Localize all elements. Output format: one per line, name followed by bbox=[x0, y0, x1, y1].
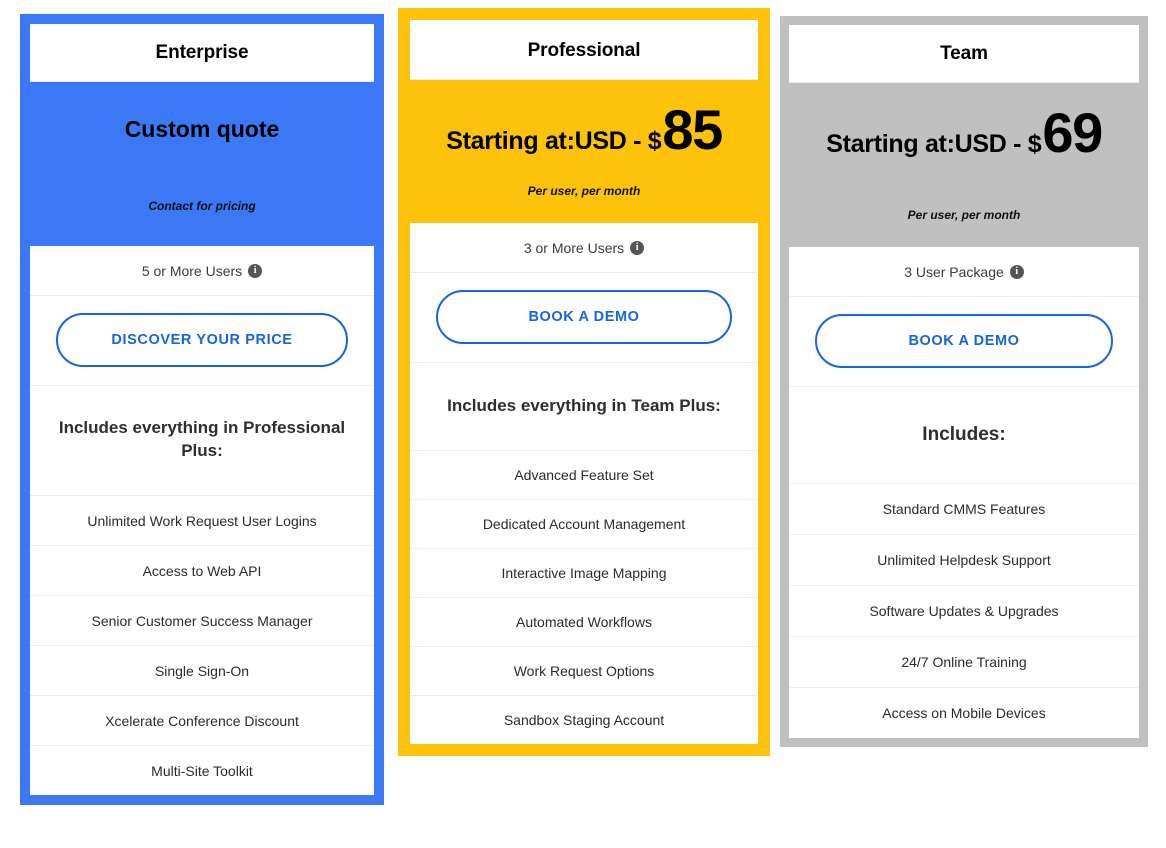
feature-row: Interactive Image Mapping bbox=[410, 549, 758, 598]
book-a-demo-button[interactable]: BOOK A DEMO bbox=[436, 290, 732, 344]
price-note-team: Per user, per month bbox=[907, 208, 1021, 222]
feature-row: Unlimited Helpdesk Support bbox=[789, 535, 1139, 586]
discover-your-price-button[interactable]: DISCOVER YOUR PRICE bbox=[56, 313, 348, 367]
feature-row: Multi-Site Toolkit bbox=[151, 762, 253, 779]
users-row-professional: 3 or More Users i bbox=[410, 223, 758, 273]
info-icon[interactable]: i bbox=[248, 264, 263, 278]
info-icon[interactable]: i bbox=[630, 241, 645, 255]
feature-row: Automated Workflows bbox=[410, 598, 758, 647]
feature-row: Access on Mobile Devices bbox=[882, 704, 1046, 721]
includes-heading-team: Includes: bbox=[789, 387, 1139, 484]
feature-row: Sandbox Staging Account bbox=[503, 711, 665, 728]
plan-card-professional[interactable]: Professional Starting at:USD - $ 85 Per … bbox=[398, 8, 770, 756]
price-note-professional: Per user, per month bbox=[527, 184, 641, 198]
book-a-demo-button[interactable]: BOOK A DEMO bbox=[815, 314, 1113, 368]
price-main-team: Starting at:USD - $ 69 bbox=[826, 101, 1103, 164]
plan-title-professional: Professional bbox=[410, 20, 758, 80]
feature-row: Access to Web API bbox=[30, 546, 374, 596]
price-band-team: Starting at:USD - $ 69 Per user, per mon… bbox=[789, 83, 1139, 247]
cta-wrap-enterprise: DISCOVER YOUR PRICE bbox=[30, 296, 374, 386]
feature-list-professional: Advanced Feature Set Dedicated Account M… bbox=[410, 450, 758, 744]
cta-wrap-professional: BOOK A DEMO bbox=[410, 273, 758, 363]
pricing-plans-board: Enterprise Custom quote Contact for pric… bbox=[0, 0, 1166, 848]
price-amount-team: 69 bbox=[1042, 101, 1103, 164]
feature-row: 24/7 Online Training bbox=[789, 637, 1139, 688]
users-label-professional: 3 or More Users bbox=[523, 240, 625, 256]
feature-row: Software Updates & Upgrades bbox=[789, 586, 1139, 637]
feature-list-enterprise: Unlimited Work Request User Logins Acces… bbox=[30, 495, 374, 795]
plan-card-enterprise[interactable]: Enterprise Custom quote Contact for pric… bbox=[20, 14, 384, 805]
includes-heading-professional: Includes everything in Team Plus: bbox=[410, 363, 758, 451]
feature-list-team: Standard CMMS Features Unlimited Helpdes… bbox=[789, 483, 1139, 738]
feature-row: Advanced Feature Set bbox=[410, 451, 758, 500]
feature-row: Single Sign-On bbox=[30, 646, 374, 696]
cta-wrap-team: BOOK A DEMO bbox=[789, 297, 1139, 387]
feature-row: Xcelerate Conference Discount bbox=[30, 696, 374, 746]
price-prefix-team: Starting at:USD - $ bbox=[826, 130, 1042, 158]
price-prefix-professional: Starting at:USD - $ bbox=[446, 127, 662, 155]
users-label-team: 3 User Package bbox=[904, 264, 1004, 280]
info-icon[interactable]: i bbox=[1009, 265, 1024, 279]
plan-title-enterprise: Enterprise bbox=[30, 24, 374, 82]
feature-row: Unlimited Work Request User Logins bbox=[30, 496, 374, 546]
plan-title-team: Team bbox=[789, 25, 1139, 83]
price-amount-professional: 85 bbox=[662, 98, 723, 161]
includes-heading-enterprise: Includes everything in Professional Plus… bbox=[30, 386, 374, 496]
users-label-enterprise: 5 or More Users bbox=[141, 263, 243, 279]
feature-row: Senior Customer Success Manager bbox=[30, 596, 374, 646]
feature-row: Standard CMMS Features bbox=[789, 484, 1139, 535]
feature-row: Dedicated Account Management bbox=[410, 500, 758, 549]
price-band-professional: Starting at:USD - $ 85 Per user, per mon… bbox=[410, 80, 758, 223]
price-main-professional: Starting at:USD - $ 85 bbox=[446, 98, 723, 161]
users-row-enterprise: 5 or More Users i bbox=[30, 246, 374, 296]
price-band-enterprise: Custom quote Contact for pricing bbox=[30, 82, 374, 246]
feature-row: Work Request Options bbox=[410, 647, 758, 696]
price-note-enterprise: Contact for pricing bbox=[148, 198, 256, 213]
plan-card-team[interactable]: Team Starting at:USD - $ 69 Per user, pe… bbox=[780, 16, 1148, 747]
users-row-team: 3 User Package i bbox=[789, 247, 1139, 297]
custom-quote-label: Custom quote bbox=[124, 115, 280, 142]
